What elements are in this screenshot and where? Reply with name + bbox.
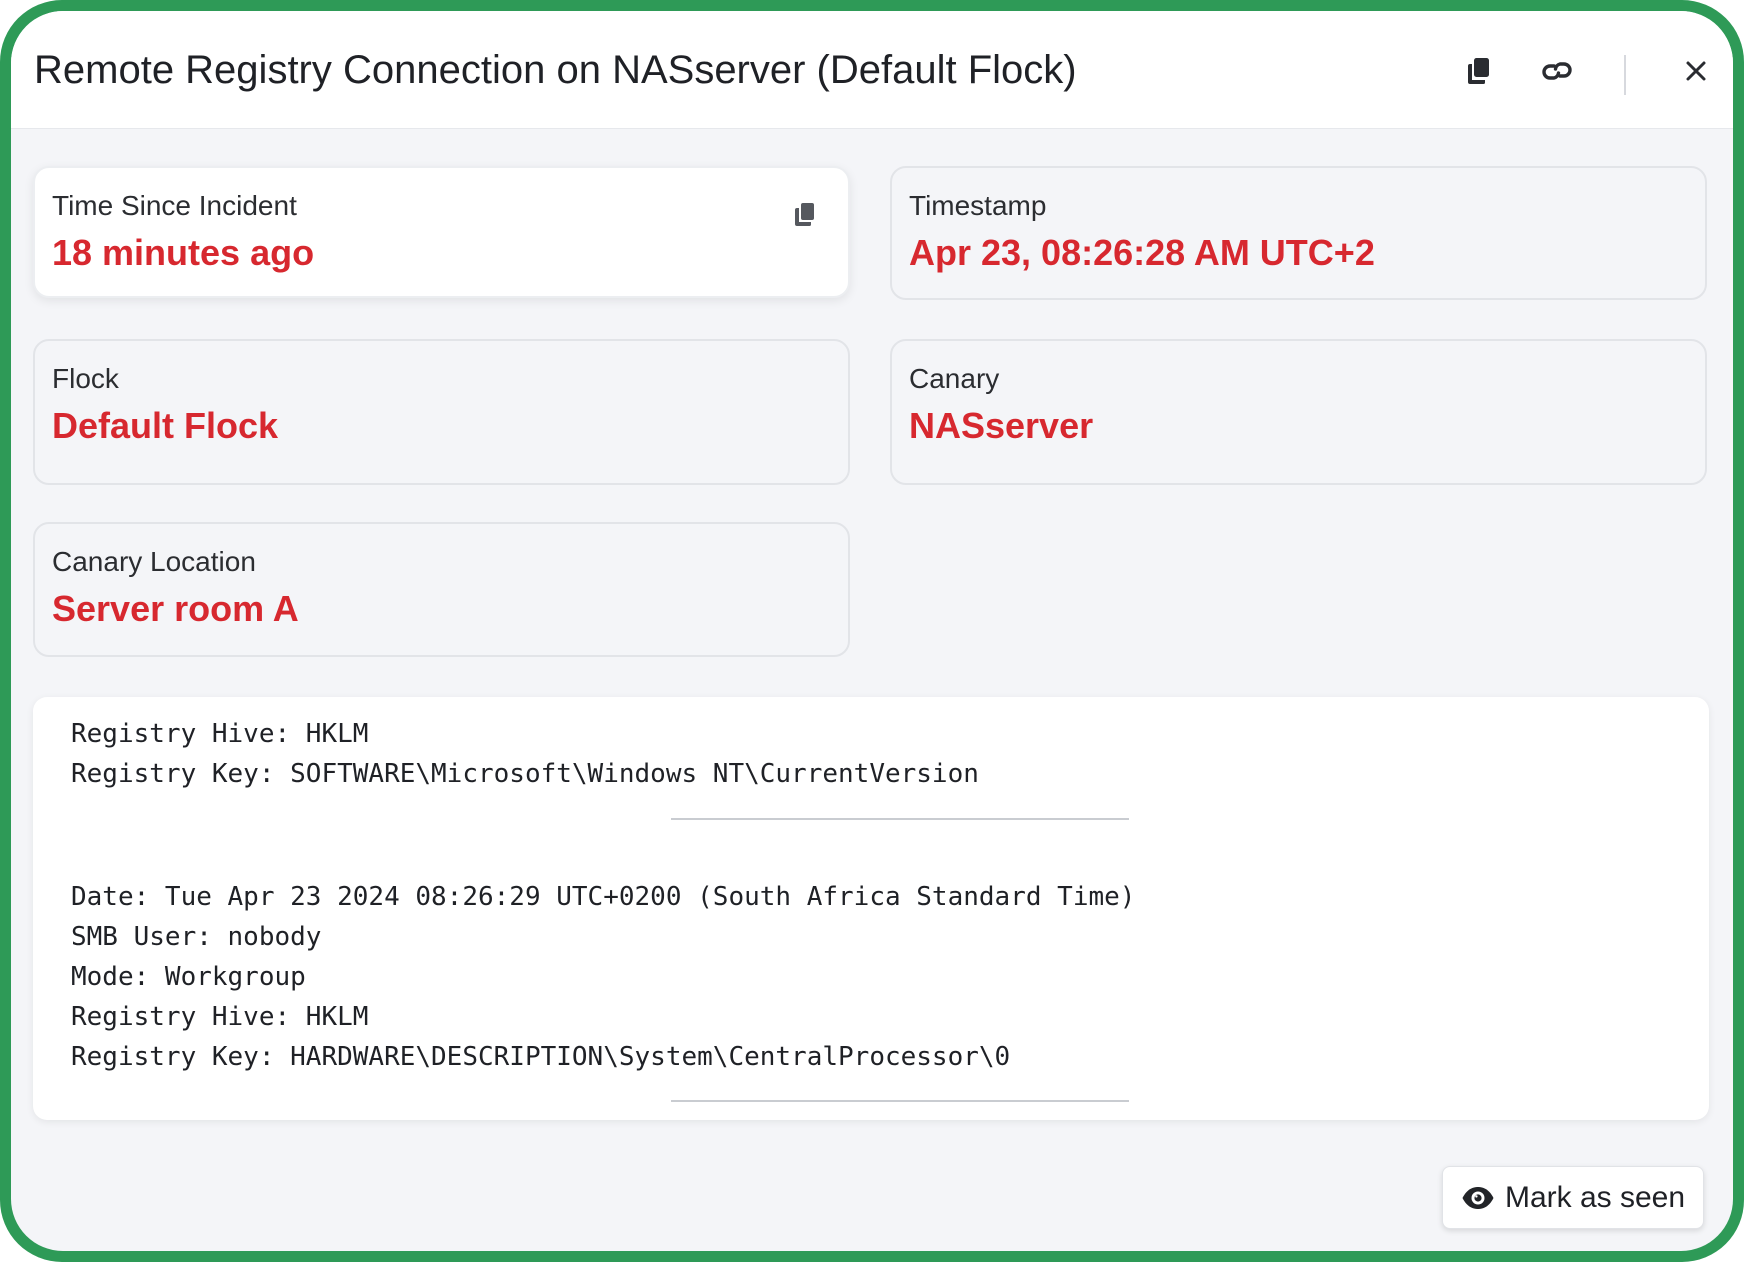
flock-card: Flock Default Flock xyxy=(33,339,850,485)
log-line-key: Registry Key: HARDWARE\DESCRIPTION\Syste… xyxy=(71,1042,1011,1072)
time-since-label: Time Since Incident xyxy=(52,190,297,221)
time-since-value: 18 minutes ago xyxy=(52,232,315,273)
flock-label: Flock xyxy=(52,363,119,394)
canary-location-card: Canary Location Server room A xyxy=(33,522,850,657)
timestamp-label: Timestamp xyxy=(909,190,1047,221)
log-separator xyxy=(671,1100,1129,1102)
timestamp-value: Apr 23, 08:26:28 AM UTC+2 xyxy=(909,232,1375,273)
log-line-key: Registry Key: SOFTWARE\Microsoft\Windows… xyxy=(71,759,979,789)
canary-card: Canary NASserver xyxy=(890,339,1707,485)
toolbar-divider xyxy=(1624,55,1626,95)
event-log-panel[interactable]: Registry Hive: HKLM Registry Key: SOFTWA… xyxy=(33,697,1709,1120)
log-line-hive: Registry Hive: HKLM xyxy=(71,1002,369,1032)
log-line-date: Date: Tue Apr 23 2024 08:26:29 UTC+0200 … xyxy=(71,882,1136,912)
canary-label: Canary xyxy=(909,363,1000,394)
close-icon[interactable] xyxy=(1678,53,1714,89)
canary-location-value: Server room A xyxy=(52,588,299,629)
eye-icon xyxy=(1461,1186,1495,1210)
dialog-title: Remote Registry Connection on NASserver … xyxy=(34,48,1077,92)
timestamp-card: Timestamp Apr 23, 08:26:28 AM UTC+2 xyxy=(890,166,1707,300)
log-line-hive: Registry Hive: HKLM xyxy=(71,719,369,749)
incident-dialog: Remote Registry Connection on NASserver … xyxy=(11,11,1733,1251)
link-icon[interactable] xyxy=(1539,53,1575,89)
log-line-user: SMB User: nobody xyxy=(71,922,322,952)
time-since-card: Time Since Incident 18 minutes ago xyxy=(33,166,850,298)
mark-as-seen-button[interactable]: Mark as seen xyxy=(1442,1166,1704,1229)
copy-icon[interactable] xyxy=(788,198,822,232)
copy-icon[interactable] xyxy=(1461,53,1497,89)
canary-location-label: Canary Location xyxy=(52,546,256,577)
mark-as-seen-label: Mark as seen xyxy=(1504,1180,1686,1214)
window-frame: Remote Registry Connection on NASserver … xyxy=(0,0,1744,1262)
log-line-mode: Mode: Workgroup xyxy=(71,962,306,992)
canary-value: NASserver xyxy=(909,405,1094,446)
log-separator xyxy=(671,818,1129,820)
flock-value: Default Flock xyxy=(52,405,279,446)
dialog-header: Remote Registry Connection on NASserver … xyxy=(11,11,1733,129)
